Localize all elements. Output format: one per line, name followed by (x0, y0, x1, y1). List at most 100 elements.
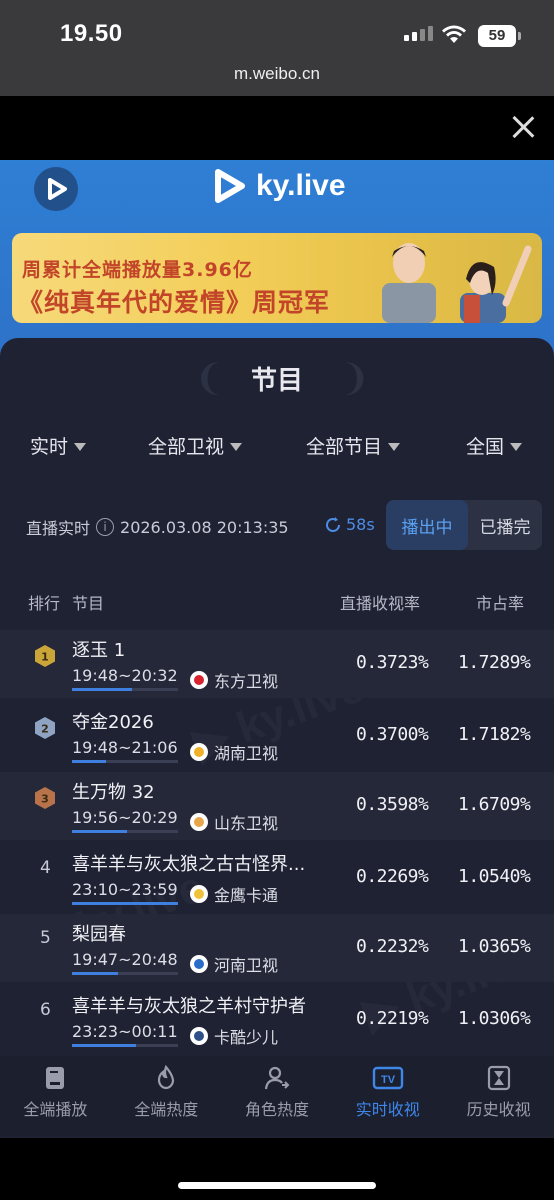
share-value: 1.0365% (458, 936, 531, 957)
table-row[interactable]: 1 逐玉 1 19:48~20:32 东方卫视 0.3723% 1.7289% (0, 630, 554, 698)
filter-program[interactable]: 全部节目 (306, 432, 401, 459)
program-time: 19:47~20:48 (72, 950, 178, 969)
header-program: 节目 (72, 594, 105, 613)
channel-logo-icon (190, 885, 208, 903)
signal-icon (404, 26, 433, 41)
table-row[interactable]: 6 喜羊羊与灰太狼之羊村守护者 23:23~00:11 卡酷少儿 0.2219% … (0, 986, 554, 1054)
rank-number: 1 (41, 651, 49, 664)
live-label: 直播实时 (26, 519, 91, 538)
rating-value: 0.2269% (356, 866, 429, 887)
promo-banner[interactable]: 周累计全端播放量3.96亿 《纯真年代的爱情》周冠军 (12, 233, 542, 323)
status-bar: 19.50 59 (0, 0, 554, 60)
filter-label: 全国 (466, 436, 505, 458)
wifi-icon (442, 25, 466, 43)
brand-logo: ky.live (212, 168, 346, 204)
countdown-value: 58s (346, 515, 375, 534)
channel: 卡酷少儿 (190, 1024, 278, 1048)
nav-item-playback[interactable]: 全端播放 (0, 1056, 111, 1136)
banner-headline: 周累计全端播放量3.96亿 (22, 259, 253, 281)
filter-region[interactable]: 全国 (466, 432, 523, 459)
channel-logo-icon (190, 813, 208, 831)
caret-down-icon (74, 442, 87, 451)
info-icon[interactable]: i (96, 518, 115, 536)
channel-logo-icon (190, 955, 208, 973)
tab-on-air[interactable]: 播出中 (386, 500, 468, 550)
rating-value: 0.2219% (356, 1008, 429, 1029)
nav-item-role[interactable]: 角色热度 (222, 1056, 333, 1136)
rank-medal-icon: 2 (35, 717, 55, 739)
rank-number: 3 (41, 793, 49, 806)
nav-item-heat[interactable]: 全端热度 (111, 1056, 222, 1136)
home-indicator[interactable] (178, 1182, 376, 1189)
airing-progress-fill (72, 760, 106, 763)
program-name: 喜羊羊与灰太狼之羊村守护者 (72, 996, 306, 1017)
refresh-icon (326, 516, 340, 532)
close-icon[interactable] (508, 112, 538, 142)
share-value: 1.6709% (458, 794, 531, 815)
rating-value: 0.2232% (356, 936, 429, 957)
airing-progress (72, 688, 178, 691)
hourglass-icon (487, 1065, 510, 1091)
nav-label: 实时收视 (355, 1100, 420, 1119)
rating-value: 0.3723% (356, 652, 429, 673)
flame-icon (158, 1064, 175, 1090)
nav-item-realtime[interactable]: TV 实时收视 (332, 1056, 443, 1136)
airing-progress (72, 760, 178, 763)
caret-down-icon (230, 442, 243, 451)
bottom-nav: 全端播放 全端热度 角色热度 TV 实时收视 历史收视 (0, 1056, 554, 1136)
rank-medal-icon: 1 (35, 645, 55, 667)
program-time: 19:48~20:32 (72, 666, 178, 685)
table-row[interactable]: 5 梨园春 19:47~20:48 河南卫视 0.2232% 1.0365% (0, 914, 554, 982)
channel: 湖南卫视 (190, 740, 278, 764)
table-row[interactable]: 2 夺金2026 19:48~21:06 湖南卫视 0.3700% 1.7182% (0, 702, 554, 770)
filter-label: 实时 (30, 436, 69, 458)
program-time: 23:23~00:11 (72, 1022, 178, 1041)
channel-name: 河南卫视 (214, 956, 279, 975)
brand-name: ky.live (256, 169, 346, 202)
rank-number: 5 (40, 928, 51, 948)
caret-down-icon (510, 442, 523, 451)
program-time: 19:48~21:06 (72, 738, 178, 757)
table-row[interactable]: 4 喜羊羊与灰太狼之古古怪界... 23:10~23:59 金鹰卡通 0.2269… (0, 844, 554, 912)
refresh-countdown[interactable]: 58s (324, 515, 375, 534)
filter-channel[interactable]: 全部卫视 (148, 432, 243, 459)
live-status: 直播实时 i 2026.03.08 20:13:35 (26, 512, 289, 542)
rank-number: 4 (40, 858, 51, 878)
table-header: 排行 节目 直播收视率 市占率 (0, 590, 554, 616)
app-logo-icon[interactable] (34, 167, 78, 211)
share-value: 1.0306% (458, 1008, 531, 1029)
tab-finished[interactable]: 已播完 (468, 513, 542, 538)
rating-value: 0.3598% (356, 794, 429, 815)
nav-item-history[interactable]: 历史收视 (443, 1056, 554, 1136)
airing-progress (72, 1044, 178, 1047)
channel-logo-icon (190, 743, 208, 761)
program-time: 19:56~20:29 (72, 808, 178, 827)
url-bar[interactable]: m.weibo.cn (0, 60, 554, 96)
playback-icon (46, 1067, 65, 1089)
channel-name: 湖南卫视 (214, 744, 279, 763)
filter-label: 全部节目 (306, 436, 383, 458)
program-time: 23:10~23:59 (72, 880, 178, 899)
channel-name: 山东卫视 (214, 814, 279, 833)
airing-progress (72, 972, 178, 975)
battery-indicator: 59 (478, 25, 521, 47)
program-name: 生万物 32 (72, 782, 155, 803)
broadcast-toggle: 播出中 已播完 (386, 500, 542, 550)
rank-medal-icon: 3 (35, 787, 55, 809)
filter-time[interactable]: 实时 (30, 432, 87, 459)
status-time: 19.50 (60, 20, 123, 47)
actress-photo (460, 245, 532, 323)
airing-progress-fill (72, 902, 178, 905)
table-row[interactable]: 3 生万物 32 19:56~20:29 山东卫视 0.3598% 1.6709% (0, 772, 554, 840)
share-value: 1.7289% (458, 652, 531, 673)
airing-progress-fill (72, 688, 133, 691)
person-icon (264, 1066, 290, 1090)
svg-text:TV: TV (381, 1074, 396, 1086)
channel-name: 东方卫视 (214, 672, 279, 691)
share-value: 1.0540% (458, 866, 531, 887)
rank-number: 6 (40, 1000, 51, 1020)
airing-progress-fill (72, 1044, 136, 1047)
channel: 河南卫视 (190, 952, 278, 976)
airing-progress-fill (72, 830, 128, 833)
nav-label: 全端热度 (134, 1100, 199, 1119)
